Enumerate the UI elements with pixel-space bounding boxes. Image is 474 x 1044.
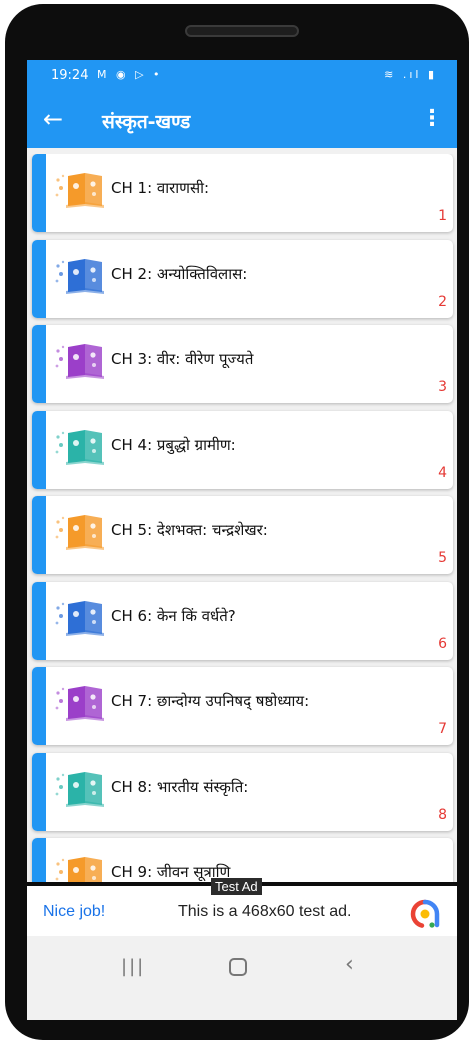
system-nav-bar: ||| ‹ <box>27 940 457 996</box>
chapter-title: CH 6: केन किं वर्धते? <box>111 607 236 625</box>
speaker-grille <box>185 25 299 37</box>
book-icon <box>55 344 104 379</box>
chapter-list: CH 1: वाराणसी: 1 CH 2: अन्योक्तिविलास: 2… <box>27 154 457 882</box>
chapter-card-6[interactable]: CH 6: केन किं वर्धते? 6 <box>32 582 453 660</box>
ad-logo-icon[interactable] <box>410 899 440 929</box>
more-options-icon[interactable]: ⋮ <box>421 106 443 132</box>
chapter-card-3[interactable]: CH 3: वीर: वीरेण पूज्यते 3 <box>32 325 453 403</box>
app-bar: ← संस्कृत-खण्ड ⋮ <box>27 92 457 148</box>
chapter-card-2[interactable]: CH 2: अन्योक्तिविलास: 2 <box>32 240 453 318</box>
card-accent-stripe <box>32 411 46 489</box>
chapter-number: 6 <box>438 636 447 652</box>
chapter-title: CH 1: वाराणसी: <box>111 179 210 197</box>
chapter-card-8[interactable]: CH 8: भारतीय संस्कृति: 8 <box>32 753 453 831</box>
status-time: 19:24 <box>51 68 89 83</box>
chapter-number: 7 <box>438 721 447 737</box>
notification-icons: M ◉ ▷ • <box>97 68 163 81</box>
book-icon <box>55 430 104 465</box>
chapter-number: 2 <box>438 294 447 310</box>
chapter-number: 5 <box>438 550 447 566</box>
system-back-button[interactable]: ‹ <box>345 952 354 977</box>
book-icon <box>55 686 104 721</box>
chapter-title: CH 4: प्रबुद्धो ग्रामीण: <box>111 436 236 454</box>
chapter-number: 8 <box>438 807 447 823</box>
ad-banner[interactable]: Test Ad Nice job! This is a 468x60 test … <box>27 878 457 936</box>
chapter-title: CH 5: देशभक्त: चन्द्रशेखर: <box>111 521 268 539</box>
card-accent-stripe <box>32 154 46 232</box>
chapter-card-1[interactable]: CH 1: वाराणसी: 1 <box>32 154 453 232</box>
chapter-number: 4 <box>438 465 447 481</box>
chapter-title: CH 3: वीर: वीरेण पूज्यते <box>111 350 254 368</box>
book-icon <box>55 857 102 882</box>
card-accent-stripe <box>32 240 46 318</box>
card-accent-stripe <box>32 496 46 574</box>
recents-button[interactable]: ||| <box>121 956 145 977</box>
book-icon <box>55 601 104 636</box>
chapter-title: CH 8: भारतीय संस्कृति: <box>111 778 249 796</box>
home-button[interactable] <box>229 958 247 976</box>
chapter-card-4[interactable]: CH 4: प्रबुद्धो ग्रामीण: 4 <box>32 411 453 489</box>
ad-headline[interactable]: Nice job! <box>43 903 105 921</box>
card-accent-stripe <box>32 667 46 745</box>
card-accent-stripe <box>32 325 46 403</box>
chapter-title: CH 7: छान्दोग्य उपनिषद् षष्ठोध्याय: <box>111 692 310 710</box>
status-bar: 19:24 M ◉ ▷ • ≋ .ıl ▮ <box>27 60 457 92</box>
book-icon <box>55 173 104 208</box>
chapter-card-7[interactable]: CH 7: छान्दोग्य उपनिषद् षष्ठोध्याय: 7 <box>32 667 453 745</box>
card-accent-stripe <box>32 582 46 660</box>
chapter-card-5[interactable]: CH 5: देशभक्त: चन्द्रशेखर: 5 <box>32 496 453 574</box>
book-icon <box>55 515 104 550</box>
book-icon <box>55 259 104 294</box>
back-arrow-icon[interactable]: ← <box>43 104 63 134</box>
screen: 19:24 M ◉ ▷ • ≋ .ıl ▮ ← संस्कृत-खण्ड ⋮ C… <box>27 60 457 1020</box>
card-accent-stripe <box>32 753 46 831</box>
chapter-number: 3 <box>438 379 447 395</box>
book-icon <box>55 772 104 807</box>
chapter-card-9[interactable]: CH 9: जीवन सूत्राणि 9 <box>32 838 453 882</box>
chapter-number: 1 <box>438 208 447 224</box>
test-ad-tag: Test Ad <box>211 878 262 895</box>
chapter-title: CH 2: अन्योक्तिविलास: <box>111 265 248 283</box>
system-icons: ≋ .ıl ▮ <box>384 68 437 81</box>
phone-frame: 19:24 M ◉ ▷ • ≋ .ıl ▮ ← संस्कृत-खण्ड ⋮ C… <box>5 4 469 1040</box>
ad-text[interactable]: This is a 468x60 test ad. <box>178 903 351 921</box>
page-title: संस्कृत-खण्ड <box>102 111 191 133</box>
card-accent-stripe <box>32 838 46 882</box>
